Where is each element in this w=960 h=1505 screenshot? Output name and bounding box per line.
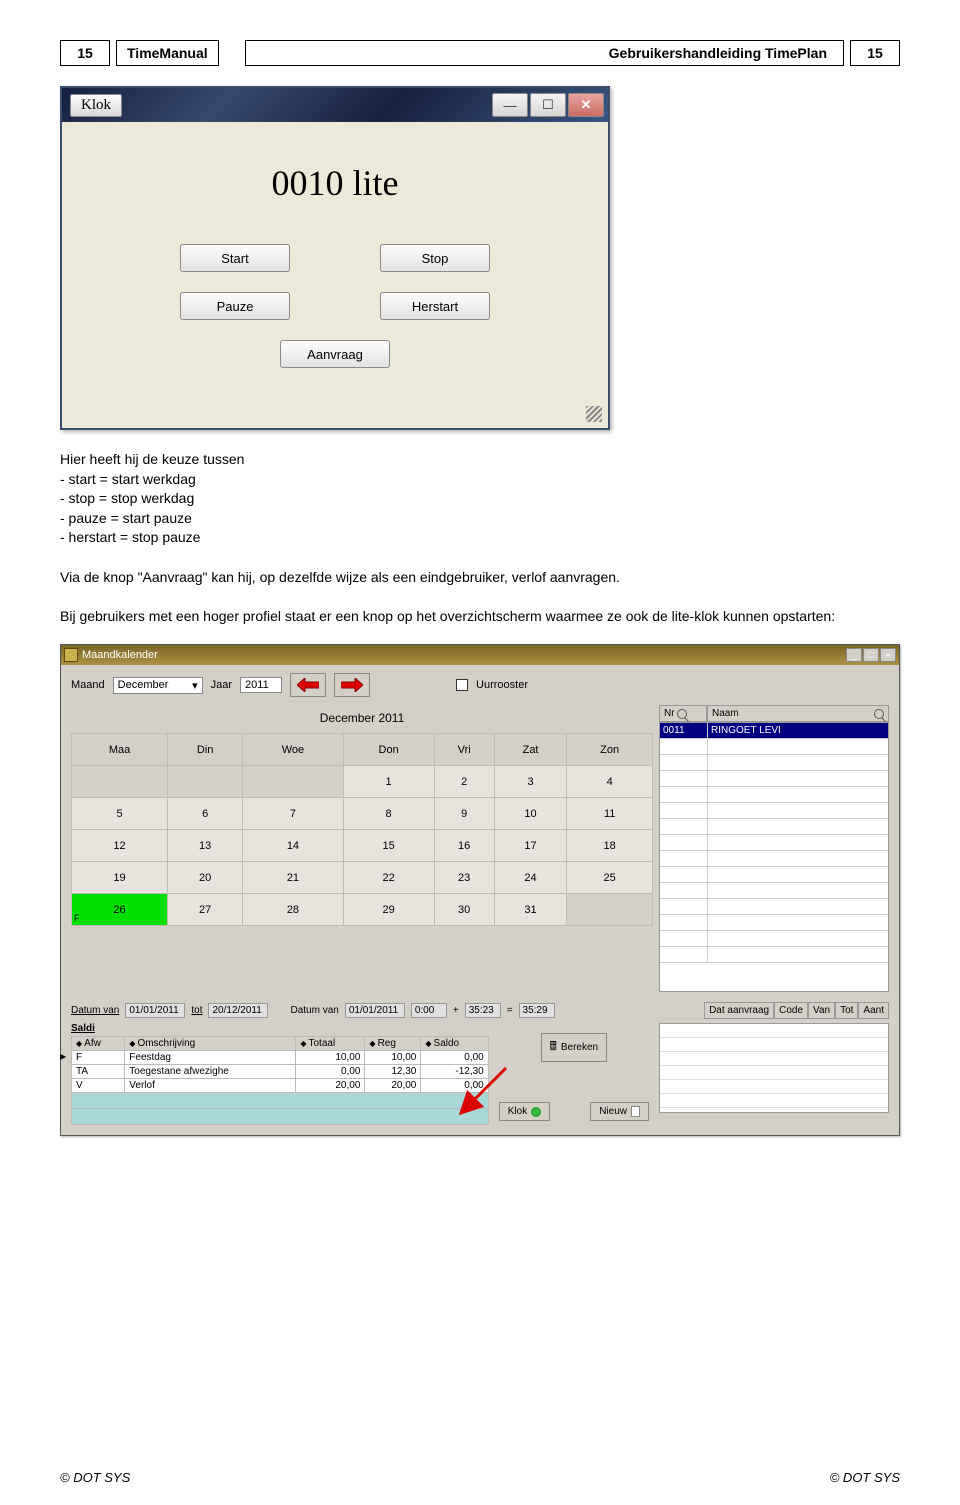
next-month-button[interactable] [334, 673, 370, 697]
mk-mid-bar: Datum van 01/01/2011 tot 20/12/2011 Datu… [61, 998, 899, 1023]
maximize-button[interactable]: ☐ [530, 93, 566, 117]
request-list [659, 1023, 889, 1125]
klok-titlebar: Klok — ☐ ✕ [62, 88, 608, 122]
date-to[interactable]: 20/12/2011 [208, 1003, 268, 1018]
employee-list: Nr Naam 0011RINGOET LEVI [659, 705, 889, 992]
saldi-table[interactable]: ◆Afw◆Omschrijving◆Totaal◆Reg◆SaldoFFeest… [71, 1036, 489, 1125]
arrow-left-icon [297, 678, 319, 692]
year-input[interactable]: 2011 [240, 677, 282, 693]
mk-titlebar: Maandkalender _ □ × [61, 645, 899, 665]
prev-month-button[interactable] [290, 673, 326, 697]
date-from-1[interactable]: 01/01/2011 [125, 1003, 185, 1018]
mk-maximize-button[interactable]: □ [863, 648, 879, 662]
date-from-2[interactable]: 01/01/2011 [345, 1003, 405, 1018]
close-button[interactable]: ✕ [568, 93, 604, 117]
klok-body: 0010 lite Start Stop Pauze Herstart Aanv… [62, 122, 608, 428]
text-para2: Via de knop "Aanvraag" kan hij, op dezel… [60, 568, 900, 588]
start-button[interactable]: Start [180, 244, 290, 272]
calendar-title: December 2011 [71, 705, 653, 733]
tot-label: tot [191, 1005, 202, 1016]
klok-window-title: Klok [70, 94, 122, 117]
time-3: 35:29 [519, 1003, 555, 1018]
arrow-right-icon [341, 678, 363, 692]
calculator-icon: 🖩 [550, 1037, 557, 1058]
uurrooster-label: Uurrooster [476, 679, 528, 691]
mk-icon [64, 648, 78, 662]
pauze-button[interactable]: Pauze [180, 292, 290, 320]
year-label: Jaar [211, 679, 232, 691]
search-icon [677, 709, 687, 719]
mk-title: Maandkalender [82, 649, 158, 661]
request-columns: Dat aanvraagCodeVanTotAant [704, 1002, 889, 1019]
text-l3: - pauze = start pauze [60, 509, 900, 529]
page-number-left: 15 [60, 40, 110, 66]
bereken-button[interactable]: 🖩 Bereken [541, 1033, 607, 1062]
equals-icon: = [507, 1005, 513, 1016]
employee-list-body[interactable]: 0011RINGOET LEVI [659, 722, 889, 992]
month-value: December [118, 679, 169, 691]
datum-van-label: Datum van [71, 1005, 119, 1016]
calendar-panel: December 2011 MaaDinWoeDonVriZatZon12345… [71, 705, 653, 992]
month-label: Maand [71, 679, 105, 691]
text-l1: - start = start werkdag [60, 470, 900, 490]
page-header: 15 TimeManual Gebruikershandleiding Time… [60, 40, 900, 66]
body-text-1: Hier heeft hij de keuze tussen - start =… [60, 450, 900, 626]
time-1[interactable]: 0:00 [411, 1003, 447, 1018]
saldi-title: Saldi [71, 1023, 489, 1034]
nieuw-button[interactable]: Nieuw [590, 1102, 649, 1121]
request-list-body[interactable] [659, 1023, 889, 1113]
mk-minimize-button[interactable]: _ [846, 648, 862, 662]
month-dropdown[interactable]: December ▾ [113, 677, 203, 694]
text-l4: - herstart = stop pauze [60, 528, 900, 548]
window-controls: — ☐ ✕ [492, 93, 604, 117]
page-title: Gebruikershandleiding TimePlan [245, 40, 844, 66]
klok-window: Klok — ☐ ✕ 0010 lite Start Stop Pauze He… [60, 86, 610, 430]
bereken-label: Bereken [561, 1042, 598, 1053]
search-icon [874, 709, 884, 719]
text-intro: Hier heeft hij de keuze tussen [60, 450, 900, 470]
stop-button[interactable]: Stop [380, 244, 490, 272]
page-number-right: 15 [850, 40, 900, 66]
minimize-button[interactable]: — [492, 93, 528, 117]
herstart-button[interactable]: Herstart [380, 292, 490, 320]
klok-label: Klok [508, 1106, 527, 1117]
klok-display: 0010 lite [92, 162, 578, 204]
nieuw-label: Nieuw [599, 1106, 627, 1117]
plus-icon: + [453, 1005, 459, 1016]
text-para3: Bij gebruikers met een hoger profiel sta… [60, 607, 900, 627]
chevron-down-icon: ▾ [192, 679, 198, 692]
resize-grip[interactable] [586, 406, 602, 422]
mk-close-button[interactable]: × [880, 648, 896, 662]
calendar-grid[interactable]: MaaDinWoeDonVriZatZon1234567891011121314… [71, 733, 653, 926]
circle-green-icon [531, 1107, 541, 1117]
mk-toolbar: Maand December ▾ Jaar 2011 Uurrooster [61, 665, 899, 705]
time-2[interactable]: 35:23 [465, 1003, 501, 1018]
page-footer: © DOT SYS © DOT SYS [60, 1470, 900, 1485]
uurrooster-checkbox[interactable] [456, 679, 468, 691]
document-icon [631, 1106, 640, 1117]
text-l2: - stop = stop werkdag [60, 489, 900, 509]
datum-van-label-2: Datum van [290, 1005, 338, 1016]
footer-left: © DOT SYS [60, 1470, 130, 1485]
aanvraag-button[interactable]: Aanvraag [280, 340, 390, 368]
klok-button[interactable]: Klok [499, 1102, 550, 1121]
saldi-block: Saldi ◆Afw◆Omschrijving◆Totaal◆Reg◆Saldo… [71, 1023, 489, 1125]
maandkalender-window: Maandkalender _ □ × Maand December ▾ Jaar… [60, 644, 900, 1136]
col-naam[interactable]: Naam [707, 705, 889, 722]
footer-right: © DOT SYS [830, 1470, 900, 1485]
app-name: TimeManual [116, 40, 219, 66]
col-nr[interactable]: Nr [659, 705, 707, 722]
